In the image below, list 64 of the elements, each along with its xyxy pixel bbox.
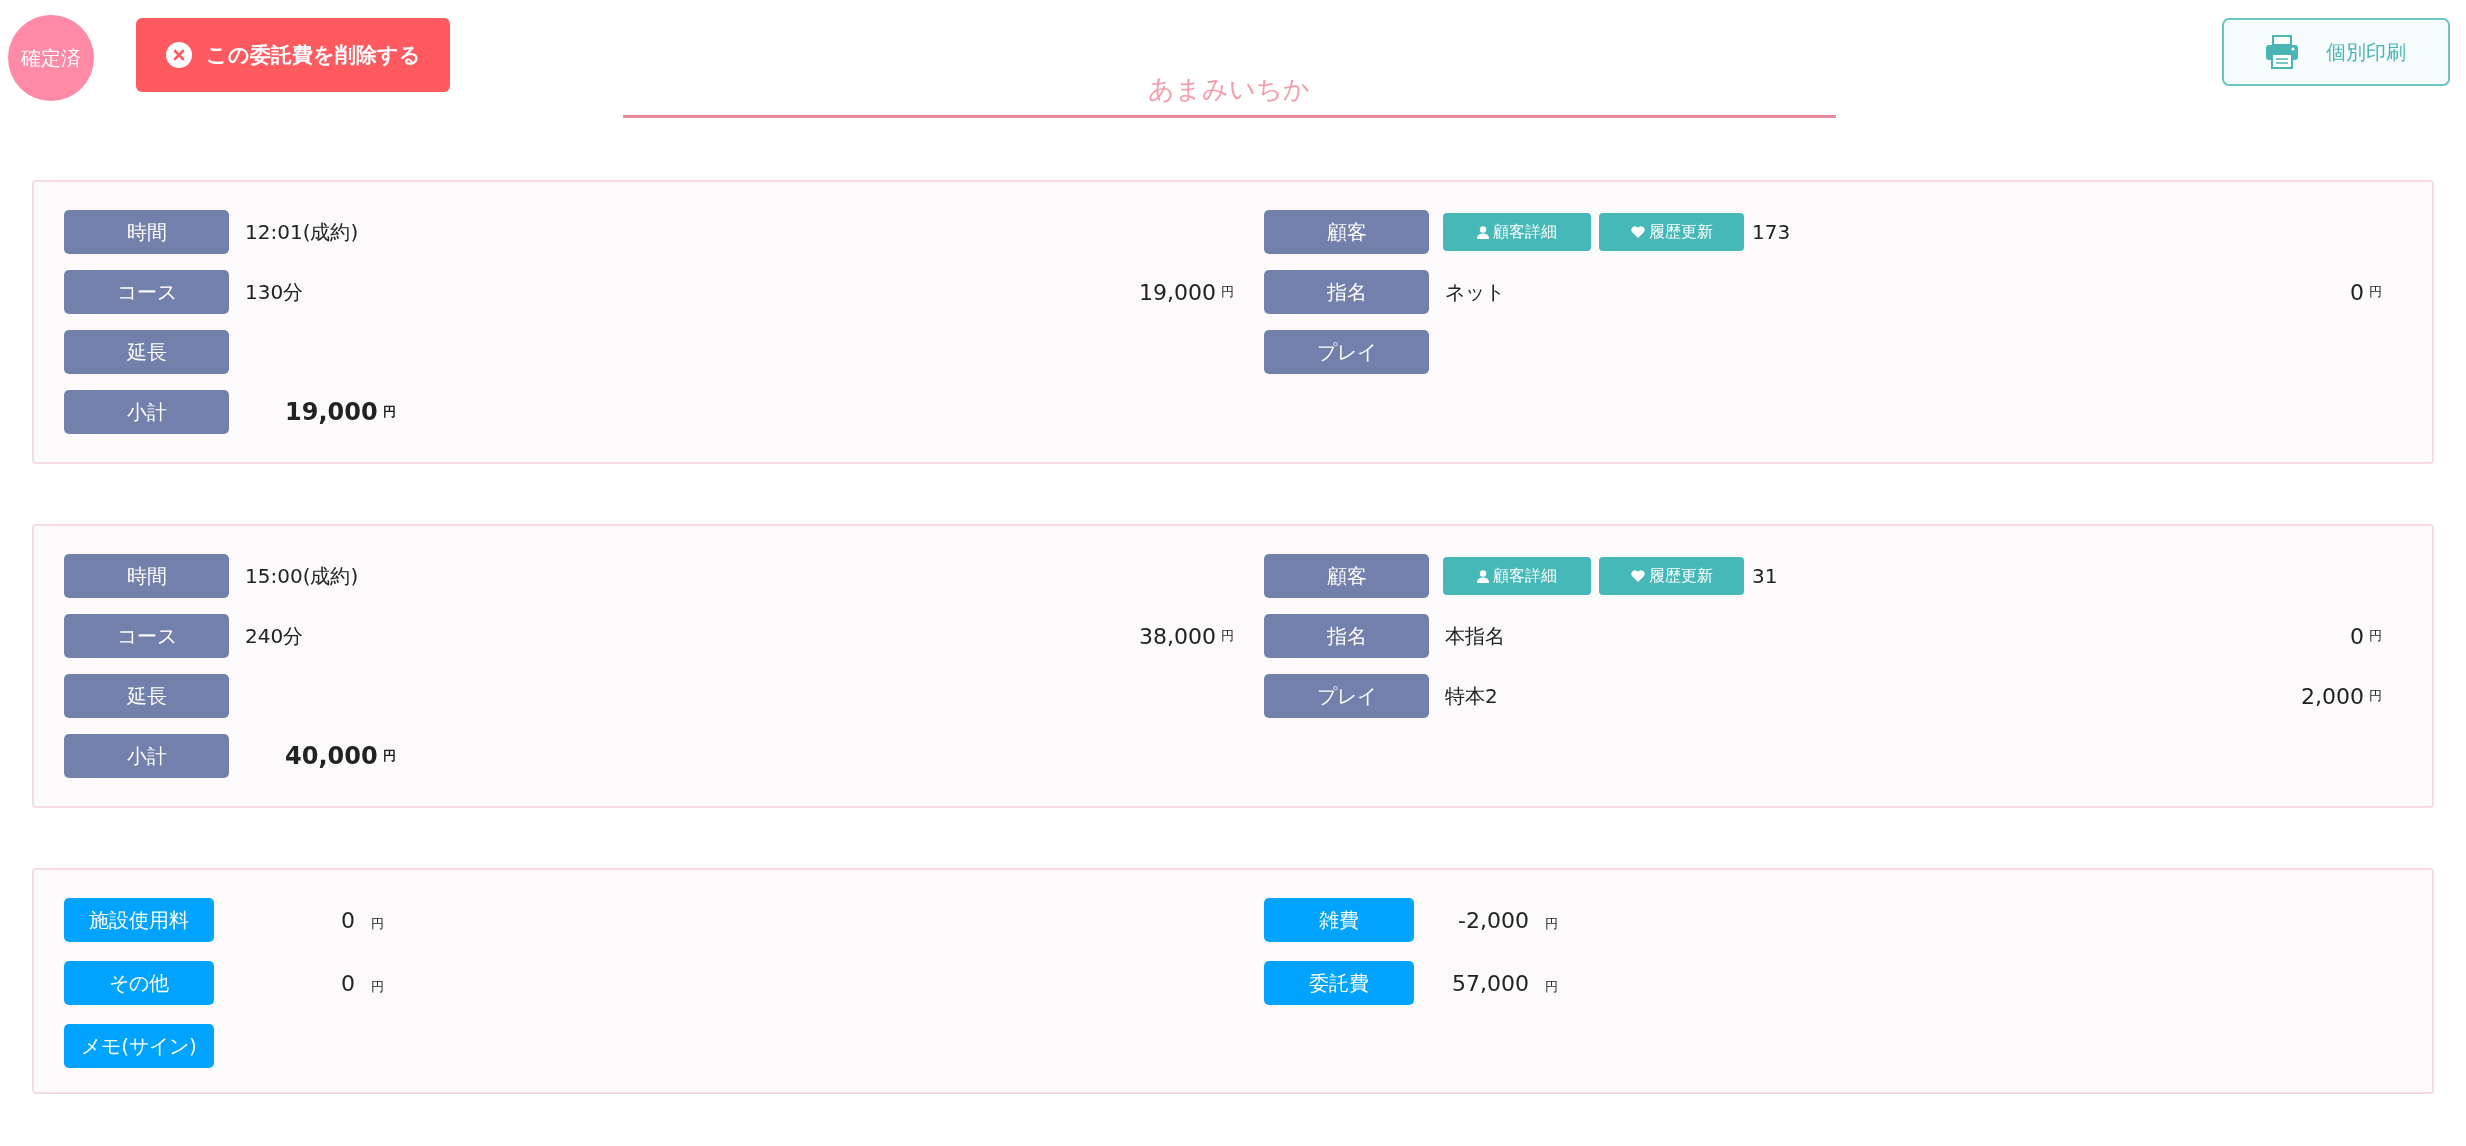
field-label: コース: [64, 614, 229, 658]
yen-unit: 円: [1545, 914, 1558, 933]
field-value: 130分: [245, 278, 304, 306]
field-value: 特本2: [1445, 682, 1498, 710]
field-label: プレイ: [1264, 330, 1429, 374]
delete-button[interactable]: この委託費を削除する: [136, 18, 450, 92]
amount: 0: [2350, 623, 2364, 649]
field-value: 173: [1752, 220, 1791, 244]
field-value: 15:00(成約): [245, 562, 359, 590]
field-label: 延長: [64, 330, 229, 374]
customer-detail-button[interactable]: 顧客詳細: [1443, 213, 1591, 251]
subtotal-amount: 40,000: [285, 742, 378, 770]
amount: 0: [341, 970, 355, 996]
yen-unit: 円: [371, 977, 384, 996]
field-value: 本指名: [1445, 622, 1505, 650]
field-label: コース: [64, 270, 229, 314]
heart-icon: [1630, 226, 1645, 238]
field-label: 時間: [64, 554, 229, 598]
amount: 0: [2350, 279, 2364, 305]
field-label: メモ(サイン): [64, 1024, 214, 1068]
yen-unit: 円: [2369, 283, 2382, 301]
field-label: プレイ: [1264, 674, 1429, 718]
amount: 19,000: [1139, 279, 1216, 305]
person-icon: [1477, 569, 1489, 583]
field-label: 時間: [64, 210, 229, 254]
amount: 57,000: [1452, 970, 1529, 996]
amount: 38,000: [1139, 623, 1216, 649]
history-update-button[interactable]: 履歴更新: [1599, 213, 1744, 251]
yen-unit: 円: [1221, 283, 1234, 301]
print-button[interactable]: 個別印刷: [2222, 18, 2450, 86]
field-label: 雑費: [1264, 898, 1414, 942]
field-label: 施設使用料: [64, 898, 214, 942]
field-label: 小計: [64, 390, 229, 434]
field-label: 小計: [64, 734, 229, 778]
amount: 2,000: [2301, 683, 2364, 709]
field-label: 延長: [64, 674, 229, 718]
yen-unit: 円: [2369, 687, 2382, 705]
amount: -2,000: [1458, 907, 1529, 933]
page-title: あまみいちか: [622, 72, 1836, 118]
field-value: 31: [1752, 564, 1778, 588]
printer-icon: [2266, 35, 2298, 69]
yen-unit: 円: [1221, 627, 1234, 645]
field-label: 指名: [1264, 614, 1429, 658]
status-badge: 確定済: [8, 15, 94, 101]
field-label: 委託費: [1264, 961, 1414, 1005]
amount: 0: [341, 907, 355, 933]
field-value: 240分: [245, 622, 304, 650]
yen-unit: 円: [1545, 977, 1558, 996]
yen-unit: 円: [382, 403, 396, 421]
heart-icon: [1630, 570, 1645, 582]
yen-unit: 円: [382, 747, 396, 765]
field-value: 12:01(成約): [245, 218, 359, 246]
yen-unit: 円: [371, 914, 384, 933]
field-label: 顧客: [1264, 210, 1429, 254]
person-icon: [1477, 225, 1489, 239]
subtotal-amount: 19,000: [285, 398, 378, 426]
field-label: 顧客: [1264, 554, 1429, 598]
close-icon: [165, 42, 192, 68]
field-label: その他: [64, 961, 214, 1005]
history-update-button[interactable]: 履歴更新: [1599, 557, 1744, 595]
yen-unit: 円: [2369, 627, 2382, 645]
field-label: 指名: [1264, 270, 1429, 314]
customer-detail-button[interactable]: 顧客詳細: [1443, 557, 1591, 595]
field-value: ネット: [1445, 278, 1505, 306]
